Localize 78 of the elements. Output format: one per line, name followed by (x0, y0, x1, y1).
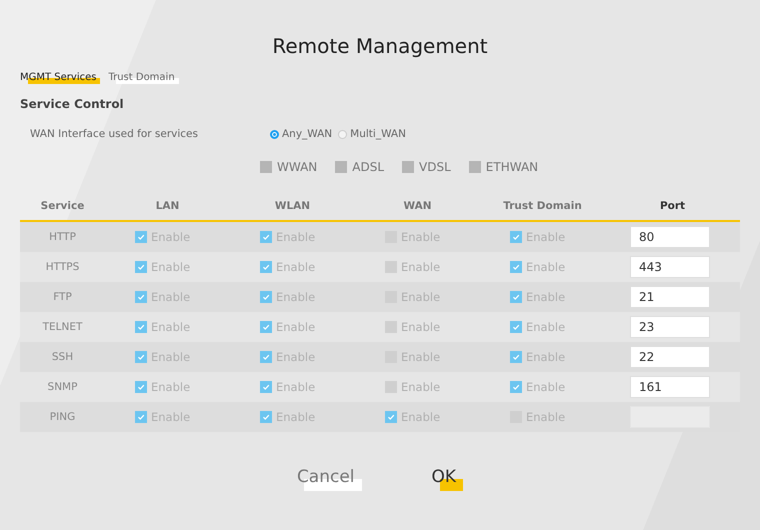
service-name: FTP (53, 291, 72, 303)
section-title: Service Control (20, 97, 125, 111)
checkbox[interactable] (135, 411, 147, 423)
checkbox[interactable] (260, 381, 272, 393)
checkbox[interactable] (510, 291, 522, 303)
checkbox[interactable] (135, 291, 147, 303)
checkbox[interactable] (468, 161, 481, 173)
checkbox-label: WWAN (277, 160, 318, 174)
checkbox[interactable] (385, 411, 397, 423)
checkbox[interactable] (260, 321, 272, 333)
checkbox[interactable] (260, 161, 272, 173)
check-icon (261, 322, 271, 332)
column-header: WLAN (274, 200, 310, 212)
check-icon (261, 352, 271, 362)
service-name: SNMP (48, 381, 78, 393)
cancel-button[interactable]: Cancel (296, 466, 362, 491)
radio-label: Multi_WAN (350, 128, 406, 140)
checkbox[interactable] (335, 161, 348, 173)
check-icon (511, 382, 521, 392)
checkbox[interactable] (260, 411, 272, 423)
check-icon (511, 292, 521, 302)
check-icon (261, 292, 271, 302)
checkbox[interactable] (510, 351, 522, 363)
service-name: SSH (52, 351, 74, 363)
field-label: WAN Interface used for services (29, 128, 199, 140)
service-name: HTTP (49, 231, 76, 243)
check-icon (511, 322, 521, 332)
check-icon (511, 232, 521, 242)
tab[interactable]: Trust Domain (108, 72, 179, 84)
column-header: Port (660, 200, 686, 212)
check-icon (511, 352, 521, 362)
check-icon (261, 412, 271, 422)
checkbox[interactable] (402, 161, 414, 173)
port-field[interactable]: 80 (630, 226, 710, 248)
checkbox[interactable] (135, 321, 147, 333)
checkbox[interactable] (510, 321, 522, 333)
checkbox[interactable] (510, 261, 522, 273)
check-icon (136, 232, 146, 242)
checkbox[interactable] (260, 291, 272, 303)
checkbox[interactable] (135, 261, 147, 273)
radio-label: Any_WAN (282, 128, 332, 140)
checkbox[interactable] (260, 351, 272, 363)
checkbox[interactable] (510, 381, 522, 393)
check-icon (261, 232, 271, 242)
check-icon (136, 262, 146, 272)
column-header: Service (40, 200, 84, 212)
column-header: WAN (403, 200, 432, 212)
checkbox[interactable] (510, 231, 522, 243)
port-field[interactable]: 22 (630, 346, 710, 368)
radio-button[interactable] (338, 130, 348, 138)
service-name: PING (50, 411, 76, 423)
check-icon (136, 382, 146, 392)
check-icon (136, 322, 146, 332)
checkbox[interactable] (260, 261, 272, 273)
checkbox[interactable] (135, 231, 147, 243)
check-icon (261, 382, 271, 392)
checkbox-label: ADSL (352, 160, 384, 174)
check-icon (136, 412, 146, 422)
checkbox[interactable] (260, 231, 272, 243)
check-icon (386, 412, 396, 422)
check-icon (136, 292, 146, 302)
checkbox-label: VDSL (419, 160, 451, 174)
check-icon (261, 262, 271, 272)
column-header: LAN (156, 200, 180, 212)
port-field[interactable]: 161 (630, 376, 710, 398)
checkbox-label: ETHWAN (486, 160, 538, 174)
port-field[interactable]: 23 (630, 316, 710, 338)
check-icon (136, 352, 146, 362)
port-field[interactable]: 443 (630, 256, 710, 278)
dialog-title: Remote Management (271, 33, 489, 58)
service-name: TELNET (42, 321, 82, 333)
checkbox[interactable] (135, 381, 147, 393)
checkbox[interactable] (135, 351, 147, 363)
service-name: HTTPS (46, 261, 80, 273)
port-field[interactable]: 21 (630, 286, 710, 308)
radio-button[interactable] (270, 130, 279, 138)
column-header: Trust Domain (503, 200, 582, 212)
check-icon (511, 262, 521, 272)
